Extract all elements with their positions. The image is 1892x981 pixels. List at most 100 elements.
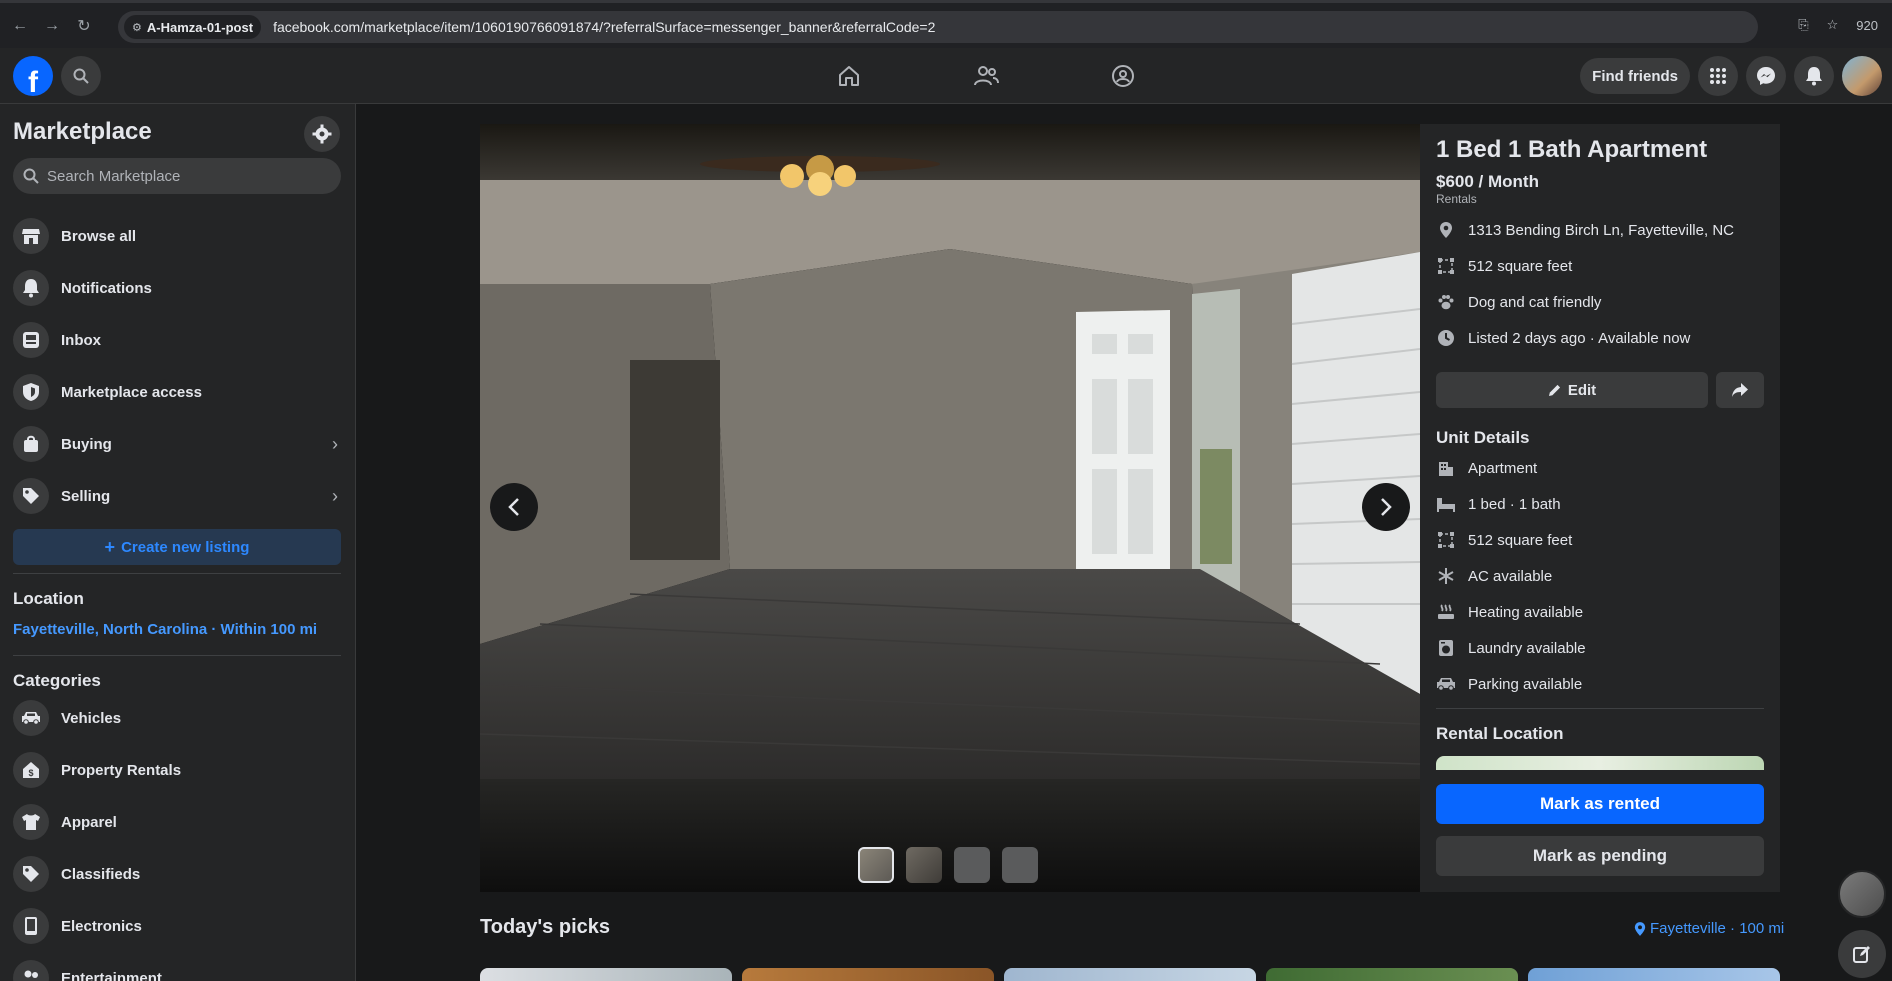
unit-detail-row: Heating available [1436,602,1583,622]
category-classifieds[interactable]: Classifieds [8,848,348,900]
create-listing-label: Create new listing [121,538,250,556]
category-label: Apparel [61,813,117,831]
tab-home[interactable] [780,48,917,104]
plus-icon: + [104,536,116,557]
facebook-top-nav: f Find friends [0,48,1892,104]
gear-icon [312,124,332,144]
bookmark-star-icon[interactable]: ☆ [1827,17,1839,33]
building-icon [1436,458,1456,478]
sidebar-item-label: Notifications [61,279,152,297]
pencil-icon [1548,384,1560,396]
info-text: 512 square feet [1468,257,1573,275]
bell-icon [13,270,49,306]
settings-button[interactable] [304,116,340,152]
listing-category: Rentals [1436,192,1477,206]
mark-as-pending-button[interactable]: Mark as pending [1436,836,1764,876]
sidebar-item-selling[interactable]: Selling › [8,470,348,522]
pick-card[interactable] [1528,968,1780,981]
search-button[interactable] [61,56,101,96]
category-apparel[interactable]: Apparel [8,796,348,848]
install-app-icon[interactable]: ⎘ [1798,17,1808,33]
sidebar-item-label: Inbox [61,331,101,349]
mark-as-rented-button[interactable]: Mark as rented [1436,784,1764,824]
snowflake-icon [1436,566,1456,586]
category-property-rentals[interactable]: $ Property Rentals [8,744,348,796]
edit-listing-button[interactable]: Edit [1436,372,1708,408]
forward-icon[interactable]: → [40,14,64,38]
browser-actions: ⎘ ☆ 920 [1798,17,1878,33]
unit-detail-text: Heating available [1468,603,1584,621]
address-bar[interactable]: ⚙ A-Hamza-01-post facebook.com/marketpla… [118,11,1758,43]
previous-photo-button[interactable] [490,483,538,531]
rental-location-map[interactable] [1436,756,1764,770]
home-icon [838,66,859,86]
pick-card[interactable] [742,968,994,981]
photo-thumbnail[interactable] [1002,847,1038,883]
category-entertainment[interactable]: Entertainment [8,952,348,981]
marketplace-search[interactable] [13,158,341,194]
messenger-icon [1757,67,1775,85]
photo-thumbnails [858,847,1038,883]
site-settings-icon: ⚙ [132,21,142,34]
photo-thumbnail[interactable] [906,847,942,883]
back-icon[interactable]: ← [8,14,32,38]
category-electronics[interactable]: Electronics [8,900,348,952]
pick-card[interactable] [1266,968,1518,981]
storefront-icon [13,218,49,254]
unit-detail-text: 1 bed · 1 bath [1468,495,1561,513]
menu-button[interactable] [1698,56,1738,96]
unit-detail-row: AC available [1436,566,1552,586]
profile-name: A-Hamza-01-post [146,19,254,35]
info-text: Dog and cat friendly [1468,293,1602,311]
sidebar-item-buying[interactable]: Buying › [8,418,348,470]
create-new-listing-button[interactable]: + Create new listing [13,529,341,565]
categories-heading: Categories [13,671,101,690]
share-button[interactable] [1716,372,1764,408]
tab-groups[interactable] [1054,48,1191,104]
avatar[interactable] [1842,56,1882,96]
location-pin-icon [1436,220,1456,240]
facebook-logo-icon[interactable]: f [13,56,53,96]
sidebar-item-notifications[interactable]: Notifications [8,262,348,314]
zoom-readout: 920 [1856,17,1878,33]
menu-grid-icon [1710,68,1726,84]
profile-chip[interactable]: ⚙ A-Hamza-01-post [124,15,262,39]
category-label: Entertainment [61,969,162,981]
category-label: Property Rentals [61,761,182,779]
chat-head-avatar[interactable] [1838,870,1886,918]
reload-icon[interactable]: ↻ [72,14,96,38]
photo-thumbnail[interactable] [858,847,894,883]
url-text[interactable]: facebook.com/marketplace/item/1060190766… [273,19,935,35]
square-feet-icon [1436,530,1456,550]
photo-thumbnail[interactable] [954,847,990,883]
search-input[interactable] [47,167,327,185]
shield-icon [13,374,49,410]
tab-friends[interactable] [917,48,1054,104]
chevron-right-icon [1381,498,1392,516]
listing-photo [480,124,1420,892]
paw-icon [1436,292,1456,312]
unit-detail-text: Laundry available [1468,639,1586,657]
find-friends-button[interactable]: Find friends [1580,58,1690,94]
next-photo-button[interactable] [1362,483,1410,531]
chevron-right-icon: › [332,485,338,506]
notifications-button[interactable] [1794,56,1834,96]
messenger-button[interactable] [1746,56,1786,96]
pick-card[interactable] [480,968,732,981]
todays-picks-heading: Today's picks [480,916,610,938]
sidebar-item-browse-all[interactable]: Browse all [8,210,348,262]
listing-photo-viewer [480,124,1420,892]
svg-text:$: $ [28,768,33,778]
location-pin-icon [1634,921,1646,936]
category-vehicles[interactable]: Vehicles [8,692,348,744]
location-link[interactable]: Fayetteville, North Carolina · Within 10… [13,621,317,638]
category-label: Vehicles [61,709,122,727]
pick-card[interactable] [1004,968,1256,981]
listing-price: $600 / Month [1436,172,1539,191]
sidebar-item-inbox[interactable]: Inbox [8,314,348,366]
phone-icon [13,908,49,944]
sidebar-item-marketplace-access[interactable]: Marketplace access [8,366,348,418]
new-message-button[interactable] [1838,930,1886,978]
unit-detail-row: Parking available [1436,674,1582,694]
picks-location-link[interactable]: Fayetteville · 100 mi [1634,920,1784,937]
